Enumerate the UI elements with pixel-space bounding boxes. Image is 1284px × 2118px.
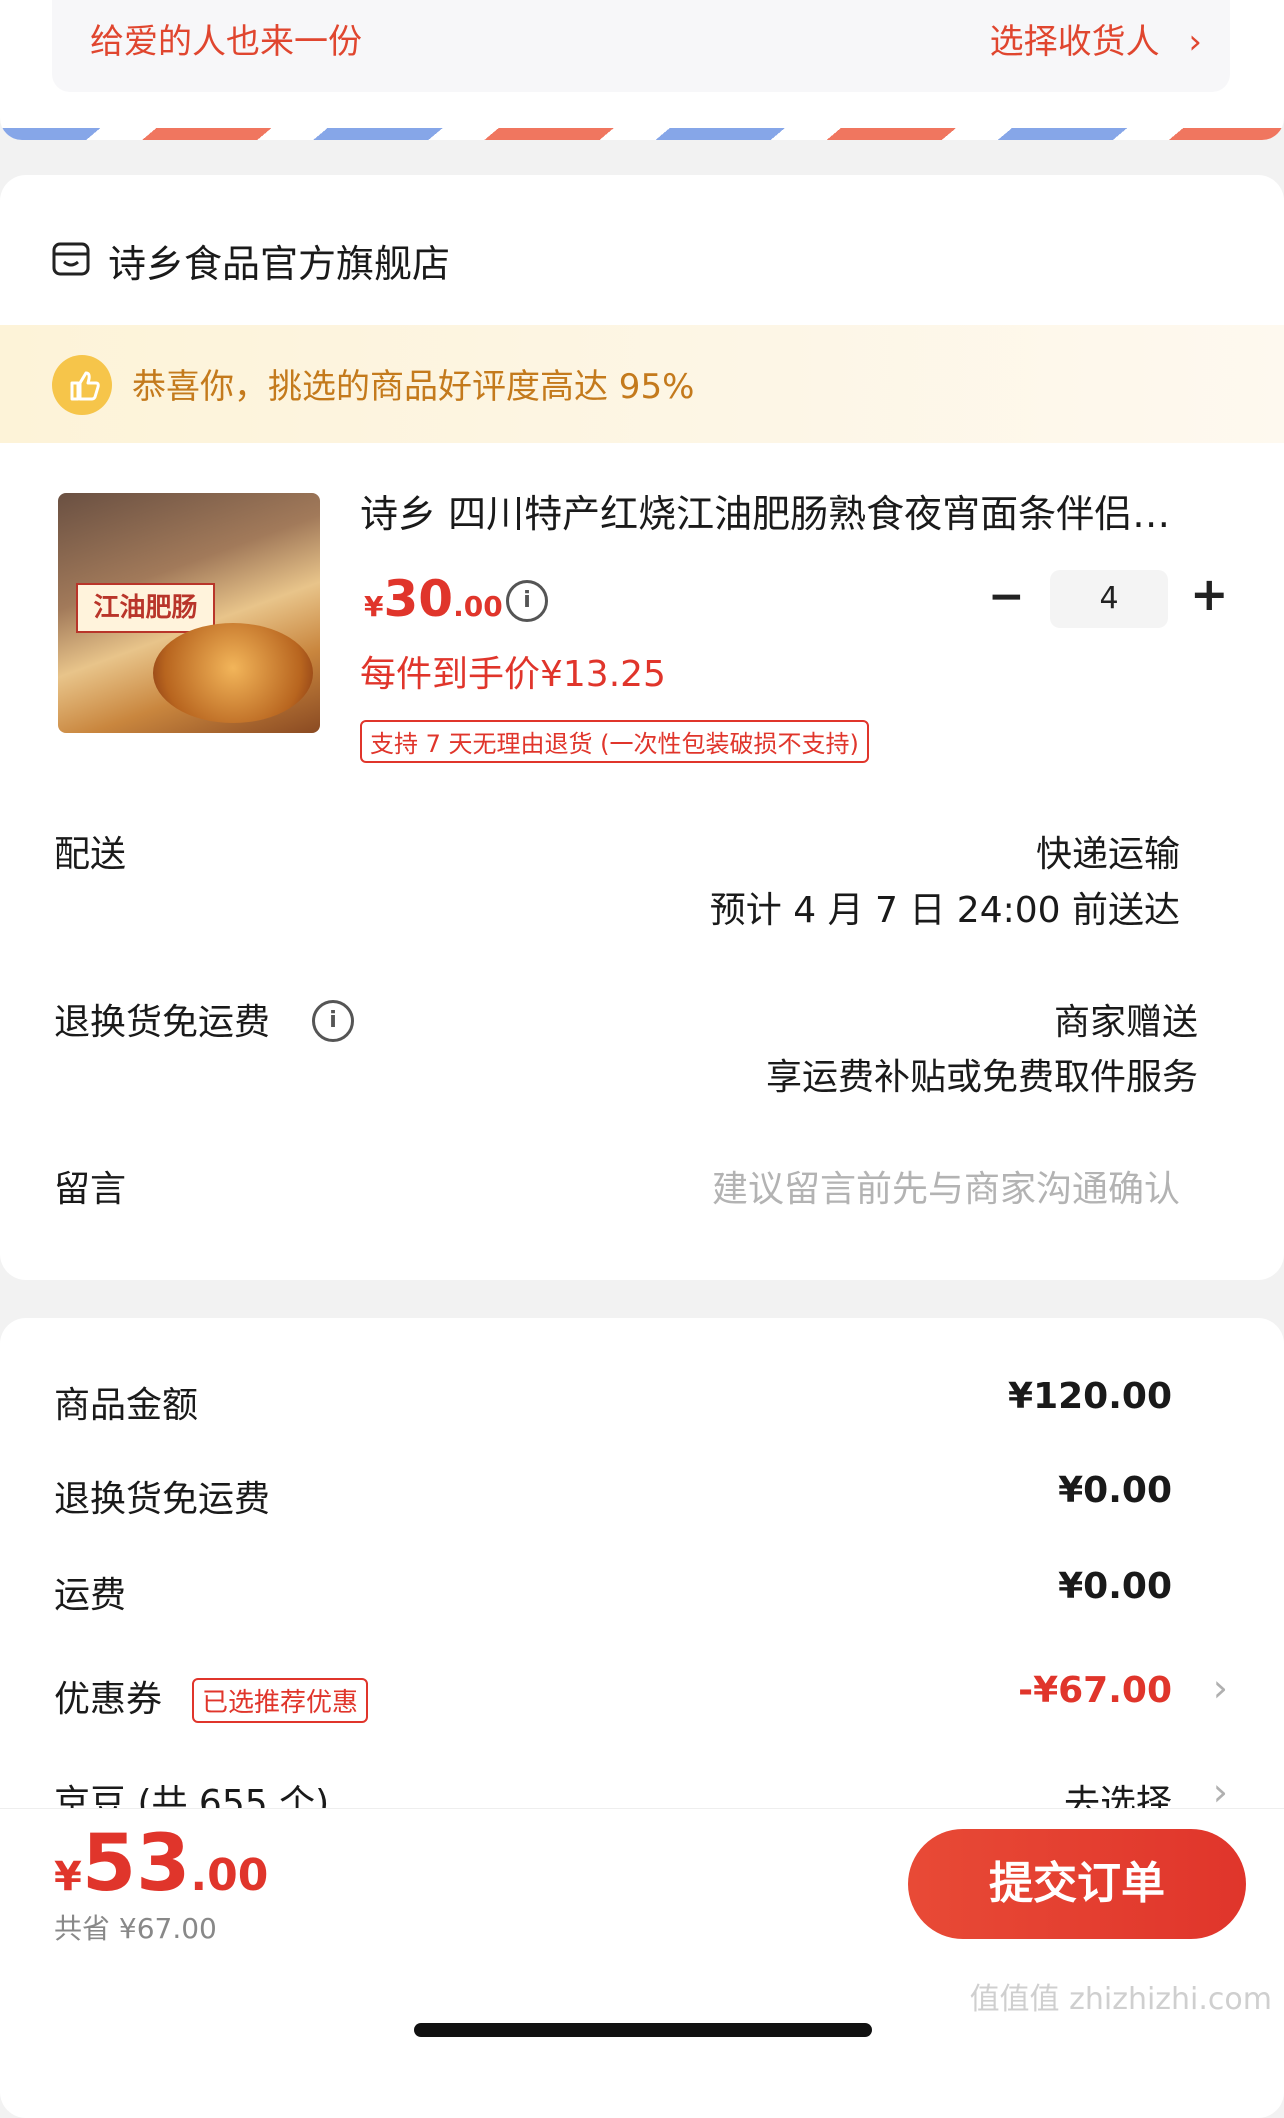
total-decimal: .00 bbox=[190, 1850, 269, 1901]
home-indicator[interactable] bbox=[414, 2023, 872, 2037]
airmail-stripe-divider bbox=[0, 128, 1284, 140]
return-shipping-label: 退换货免运费 bbox=[54, 1002, 271, 1043]
coupon-recommended-tag: 已选推荐优惠 bbox=[192, 1678, 369, 1723]
quantity-input[interactable]: 4 bbox=[1050, 570, 1168, 628]
total-price: ¥53.00 bbox=[54, 1819, 268, 1909]
coupon-label: 优惠券 bbox=[54, 1679, 163, 1720]
saved-amount: 共省 ¥67.00 bbox=[54, 1912, 217, 1945]
price-integer: 30 bbox=[383, 570, 454, 628]
quantity-decrease-button[interactable]: − bbox=[988, 571, 1025, 622]
message-input[interactable]: 建议留言前先与商家沟通确认 bbox=[712, 1160, 1180, 1212]
goods-amount-label: 商品金额 bbox=[54, 1385, 199, 1426]
submit-order-button[interactable]: 提交订单 bbox=[908, 1829, 1246, 1939]
store-icon bbox=[52, 242, 90, 276]
select-recipient-label: 选择收货人 bbox=[989, 22, 1160, 62]
total-symbol: ¥ bbox=[54, 1854, 82, 1900]
product-image-plate bbox=[153, 623, 313, 723]
coupon-value[interactable]: -¥67.00 bbox=[1018, 1670, 1172, 1711]
address-card: 给爱的人也来一份 选择收货人 › bbox=[0, 0, 1284, 140]
price-symbol: ¥ bbox=[364, 590, 384, 623]
unit-price: 每件到手价¥13.25 bbox=[360, 654, 666, 695]
watermark: 值值值 zhizhizhi.com bbox=[969, 1982, 1272, 2017]
quantity-increase-button[interactable]: + bbox=[1190, 567, 1229, 621]
product-image-label: 江油肥肠 bbox=[76, 583, 215, 633]
shop-card: 诗乡食品官方旗舰店 恭喜你，挑选的商品好评度高达 95% 江油肥肠 诗乡 四川特… bbox=[0, 175, 1284, 1280]
delivery-label: 配送 bbox=[54, 834, 127, 875]
delivery-eta: 预计 4 月 7 日 24:00 前送达 bbox=[709, 890, 1180, 931]
return-fee-value: ¥0.00 bbox=[1058, 1470, 1172, 1511]
return-shipping-value: 商家赠送 bbox=[1053, 1002, 1198, 1043]
return-policy-tag: 支持 7 天无理由退货 (一次性包装破损不支持) bbox=[360, 720, 869, 763]
goods-amount-value: ¥120.00 bbox=[1008, 1376, 1172, 1417]
product-image[interactable]: 江油肥肠 bbox=[58, 493, 320, 733]
return-shipping-detail: 享运费补贴或免费取件服务 bbox=[765, 1057, 1198, 1098]
delivery-method[interactable]: 快递运输 bbox=[1036, 825, 1180, 877]
gift-text: 给爱的人也来一份 bbox=[90, 22, 362, 62]
chevron-right-icon: › bbox=[1188, 22, 1202, 62]
product-price: ¥30.00 bbox=[364, 570, 503, 628]
return-fee-label: 退换货免运费 bbox=[54, 1479, 271, 1520]
checkout-bar: ¥53.00 共省 ¥67.00 提交订单 值值值 zhizhizhi.com bbox=[0, 1808, 1284, 2061]
price-decimal: .00 bbox=[453, 590, 503, 623]
rating-text: 恭喜你，挑选的商品好评度高达 95% bbox=[132, 367, 695, 407]
shipping-fee-value: ¥0.00 bbox=[1058, 1566, 1172, 1607]
thumbs-up-icon bbox=[52, 355, 112, 415]
shop-name[interactable]: 诗乡食品官方旗舰店 bbox=[108, 233, 450, 288]
select-recipient-link[interactable]: 选择收货人 › bbox=[990, 14, 1202, 63]
message-label: 留言 bbox=[54, 1169, 127, 1210]
total-integer: 53 bbox=[81, 1819, 191, 1909]
price-info-icon[interactable]: i bbox=[506, 580, 548, 622]
product-title[interactable]: 诗乡 四川特产红烧江油肥肠熟食夜宵面条伴侣… bbox=[360, 483, 1220, 538]
rating-banner: 恭喜你，挑选的商品好评度高达 95% bbox=[0, 325, 1284, 443]
shipping-fee-label: 运费 bbox=[54, 1575, 127, 1616]
return-shipping-info-icon[interactable]: i bbox=[312, 1000, 354, 1042]
coupon-chevron-icon[interactable]: › bbox=[1213, 1666, 1228, 1710]
gift-row[interactable]: 给爱的人也来一份 选择收货人 › bbox=[52, 0, 1230, 92]
